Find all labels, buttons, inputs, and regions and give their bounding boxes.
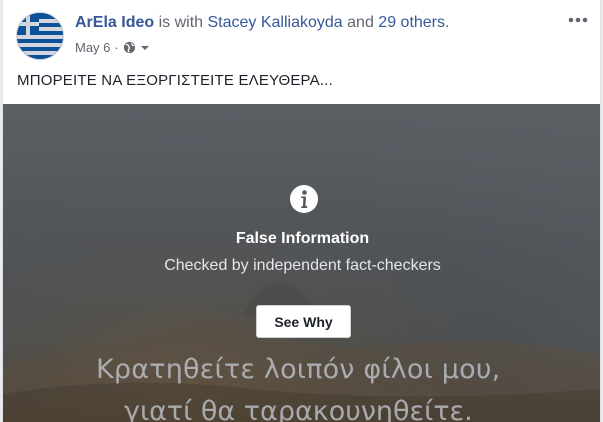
author-name[interactable]: ArEla Ideo — [75, 14, 154, 31]
others-link[interactable]: 29 others — [378, 14, 445, 31]
fact-check-subtitle: Checked by independent fact-checkers — [164, 257, 441, 274]
see-why-button[interactable]: See Why — [256, 305, 351, 338]
greek-flag-avatar-image — [17, 13, 63, 59]
false-information-title: False Information — [235, 230, 370, 247]
header-period: . — [445, 14, 450, 31]
image-caption-line-2: γιατί θα ταρακουνηθείτε. — [124, 396, 473, 422]
tagged-person[interactable]: Stacey Kalliakoyda — [208, 14, 343, 31]
post-card: ArEla Ideo is with Stacey Kalliakoyda an… — [2, 0, 601, 422]
post-header: ArEla Ideo is with Stacey Kalliakoyda an… — [75, 14, 449, 32]
chevron-down-icon[interactable] — [140, 44, 150, 52]
post-text: ΜΠΟΡΕΙΤΕ ΝΑ ΕΞΟΡΓΙΣΤΕΙΤΕ ΕΛΕΥΘΕΡΑ... — [17, 72, 333, 89]
avatar[interactable] — [16, 12, 64, 60]
meta-separator: · — [114, 40, 119, 55]
with-text: is with — [158, 14, 204, 31]
post-image[interactable]: False Information Checked by independent… — [3, 104, 600, 422]
post-date[interactable]: May 6 — [75, 40, 110, 55]
image-caption-line-1: Κρατηθείτε λοιπόν φίλοι μου, — [96, 354, 501, 385]
globe-icon[interactable] — [123, 41, 136, 54]
info-icon — [289, 184, 319, 214]
post-meta: May 6 · — [75, 40, 150, 55]
and-text: and — [347, 14, 374, 31]
more-options-icon[interactable] — [564, 12, 592, 28]
